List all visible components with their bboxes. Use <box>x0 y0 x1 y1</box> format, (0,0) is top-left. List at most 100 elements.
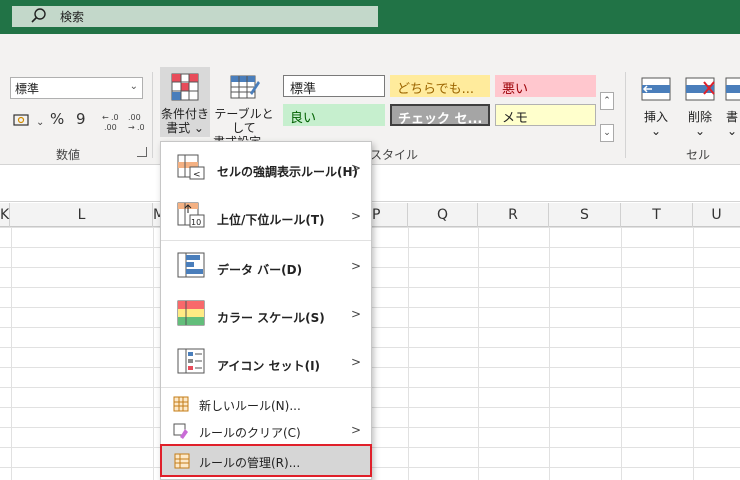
menu-item-label: 新しいルール(N)... <box>199 399 301 413</box>
number-dialog-launcher[interactable] <box>137 147 147 157</box>
svg-text:.00: .00 <box>128 113 141 122</box>
column-header[interactable]: T <box>621 203 693 227</box>
search-placeholder: 検索 <box>60 10 85 24</box>
delete-cells-icon <box>685 77 715 101</box>
search-box[interactable]: 検索 <box>12 6 378 27</box>
new-rule-icon <box>173 396 189 412</box>
ribbon-separator <box>152 72 153 158</box>
format-cells-button[interactable]: 書 ⌄ <box>724 70 740 140</box>
menu-item-label: ルールの管理(R)... <box>199 456 301 470</box>
search-icon <box>31 8 46 23</box>
svg-text:<: < <box>193 170 201 180</box>
style-check-cell[interactable]: チェック セ... <box>390 104 490 126</box>
increase-decimal-button[interactable]: ← .0 .00 <box>100 110 122 134</box>
column-header[interactable]: R <box>478 203 549 227</box>
format-as-table-button[interactable]: テーブルとして 書式設定 ⌄ <box>211 67 277 149</box>
menu-item-icon-sets[interactable]: アイコン セット(I) > <box>161 338 371 386</box>
grid-line <box>478 227 479 480</box>
submenu-arrow-icon: > <box>350 355 361 369</box>
grid-line <box>693 227 694 480</box>
format-chevron-icon: ⌄ <box>726 124 738 138</box>
percent-button[interactable]: % <box>50 110 64 134</box>
color-scales-icon <box>177 300 205 326</box>
menu-item-label: セルの強調表示ルール(H) <box>217 165 359 179</box>
submenu-arrow-icon: > <box>350 259 361 273</box>
column-header[interactable]: Q <box>408 203 478 227</box>
menu-item-top-bottom-rules[interactable]: 10 上位/下位ルール(T) > <box>161 192 371 240</box>
svg-text:←: ← <box>102 113 109 122</box>
group-label-number: 数値 <box>56 148 81 162</box>
menu-item-label: アイコン セット(I) <box>217 359 321 373</box>
highlight-rules-icon: < <box>177 154 205 180</box>
column-header[interactable]: U <box>693 203 740 227</box>
style-neutral[interactable]: どちらでも... <box>390 75 490 97</box>
insert-label: 挿入 <box>643 110 668 124</box>
icon-sets-icon <box>177 348 205 374</box>
grid-line <box>11 227 12 480</box>
gallery-scroll-down[interactable]: ⌄ <box>600 124 614 142</box>
svg-text:→: → <box>128 123 135 132</box>
submenu-arrow-icon: > <box>350 209 361 223</box>
number-format-value: 標準 <box>15 82 40 96</box>
clear-rules-icon <box>173 423 188 439</box>
increase-decimal-icon: ← .0 .00 <box>102 113 119 132</box>
submenu-arrow-icon: > <box>350 423 361 437</box>
delete-chevron-icon: ⌄ <box>694 124 706 138</box>
style-normal[interactable]: 標準 <box>283 75 385 97</box>
submenu-arrow-icon: > <box>350 161 361 175</box>
style-good[interactable]: 良い <box>283 104 385 126</box>
gallery-scroll-up[interactable]: ⌃ <box>600 92 614 110</box>
conditional-formatting-label-1: 条件付き <box>160 107 209 121</box>
menu-item-new-rule[interactable]: 新しいルール(N)... <box>161 391 371 417</box>
manage-rules-icon <box>174 453 190 469</box>
group-label-styles: スタイル <box>370 148 419 162</box>
menu-item-color-scales[interactable]: カラー スケール(S) > <box>161 290 371 338</box>
format-label: 書 <box>725 110 738 124</box>
grid-line <box>549 227 550 480</box>
accounting-icon: ⌄ <box>13 114 44 128</box>
menu-item-label: ルールのクリア(C) <box>199 426 301 440</box>
comma-style-button[interactable]: 9 <box>76 110 86 134</box>
decrease-decimal-button[interactable]: .00 → .0 <box>126 110 148 134</box>
menu-item-label: データ バー(D) <box>217 263 303 277</box>
menu-divider <box>161 240 371 241</box>
accounting-format-button[interactable]: ⌄ <box>12 110 46 134</box>
delete-label: 削除 <box>687 110 712 124</box>
grid-line <box>408 227 409 480</box>
conditional-formatting-button[interactable]: 条件付き 書式 ⌄ <box>160 67 210 137</box>
column-header[interactable]: S <box>549 203 621 227</box>
menu-item-label: 上位/下位ルール(T) <box>217 213 325 227</box>
grid-line <box>153 227 154 480</box>
chevron-down-icon: ⌄ <box>129 81 138 92</box>
column-header[interactable]: P <box>372 203 408 227</box>
ribbon-separator <box>625 72 626 158</box>
menu-item-highlight-rules[interactable]: < セルの強調表示ルール(H) > <box>161 144 371 192</box>
style-note[interactable]: メモ <box>495 104 596 126</box>
decrease-decimal-icon: .00 → .0 <box>128 113 145 132</box>
format-cells-icon <box>725 77 740 101</box>
delete-cells-button[interactable]: 削除 ⌄ <box>680 70 720 140</box>
number-format-select[interactable]: 標準 ⌄ <box>10 77 143 99</box>
submenu-arrow-icon: > <box>350 307 361 321</box>
svg-text:⌄: ⌄ <box>36 117 44 128</box>
conditional-formatting-menu: < セルの強調表示ルール(H) > 10 上位/下位ルール(T) > データ バ… <box>160 141 372 480</box>
format-as-table-label-1: テーブルとして <box>214 107 274 135</box>
format-as-table-icon <box>230 75 260 99</box>
menu-item-data-bars[interactable]: データ バー(D) > <box>161 242 371 290</box>
group-label-cells: セル <box>686 148 711 162</box>
menu-item-manage-rules[interactable]: ルールの管理(R)... <box>160 444 372 477</box>
grid-line <box>621 227 622 480</box>
menu-divider <box>161 387 371 388</box>
style-bad[interactable]: 悪い <box>495 75 596 97</box>
svg-text:.0: .0 <box>111 113 119 122</box>
insert-cells-button[interactable]: 挿入 ⌄ <box>636 70 676 140</box>
insert-cells-icon <box>641 77 671 101</box>
insert-chevron-icon: ⌄ <box>650 124 662 138</box>
menu-item-label: カラー スケール(S) <box>217 311 325 325</box>
menu-item-clear-rules[interactable]: ルールのクリア(C) > <box>161 418 371 444</box>
column-header[interactable]: K <box>0 203 10 227</box>
conditional-formatting-label-2: 書式 ⌄ <box>166 121 204 135</box>
column-header[interactable]: L <box>11 203 153 227</box>
conditional-formatting-icon <box>171 73 199 101</box>
title-bar: 検索 <box>0 0 740 34</box>
